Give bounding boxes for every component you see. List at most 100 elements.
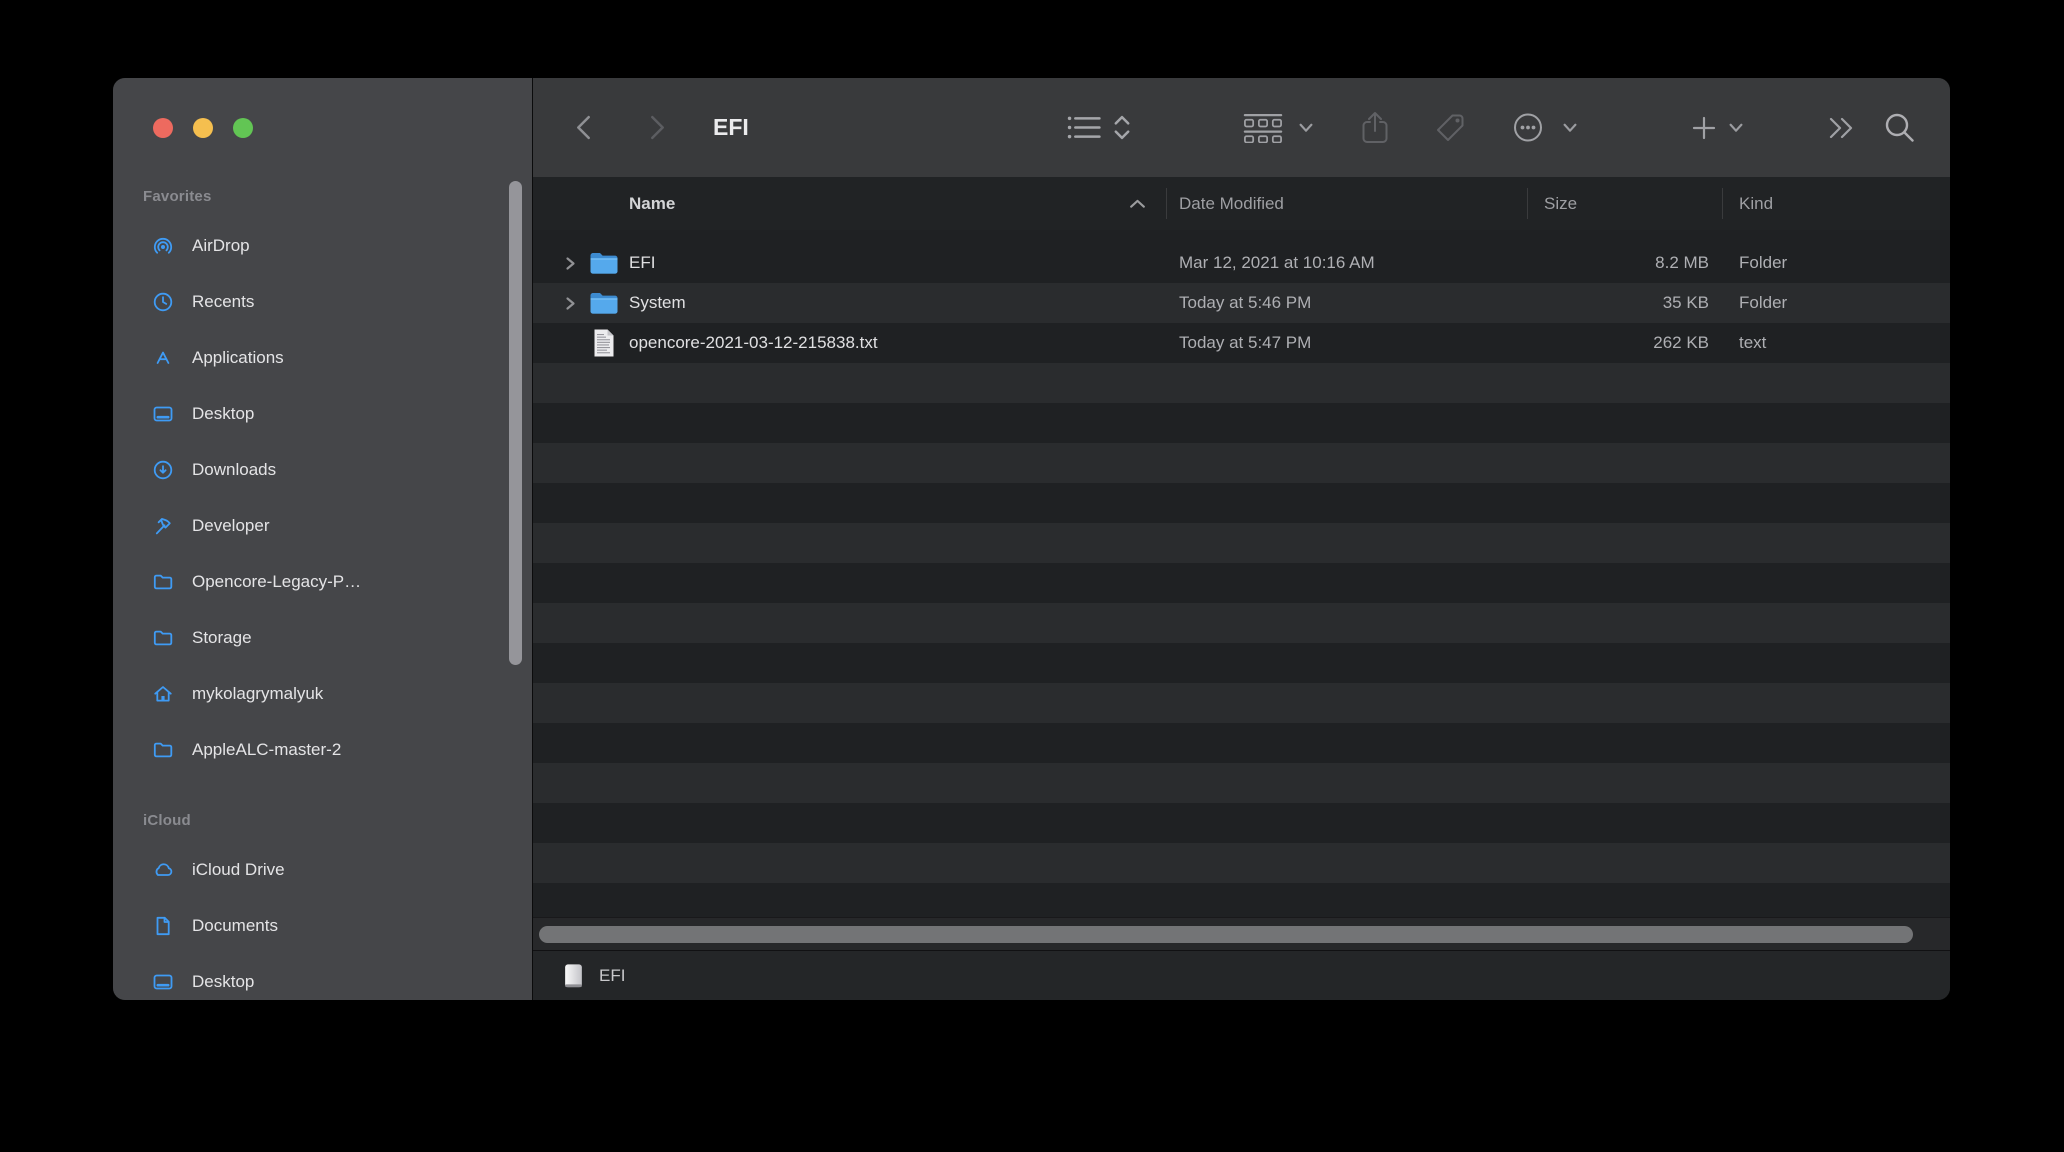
disclosure-chevron-icon[interactable] <box>564 296 576 316</box>
row-stripe <box>533 883 1950 917</box>
chevron-down-icon <box>1729 123 1743 133</box>
group-dropdown-chevron[interactable] <box>1299 78 1313 177</box>
row-stripe <box>533 763 1950 803</box>
column-header-name[interactable]: Name <box>629 177 675 230</box>
horizontal-scrollbar-thumb[interactable] <box>539 926 1913 943</box>
sidebar-item-label: Desktop <box>192 404 254 424</box>
column-header-kind[interactable]: Kind <box>1739 177 1773 230</box>
file-date: Today at 5:46 PM <box>1179 283 1311 323</box>
group-button[interactable] <box>1243 78 1283 177</box>
sidebar-item-applealc[interactable]: AppleALC-master-2 <box>113 722 532 778</box>
more-actions-chevron[interactable] <box>1563 78 1577 177</box>
forward-button[interactable] <box>649 78 666 177</box>
horizontal-scrollbar-track[interactable] <box>533 917 1950 951</box>
close-button[interactable] <box>153 118 173 138</box>
more-actions-button[interactable] <box>1513 78 1551 177</box>
row-stripe <box>533 443 1950 483</box>
group-by-icon <box>1243 112 1283 143</box>
new-folder-chevron[interactable] <box>1729 78 1743 177</box>
sidebar-item-applications[interactable]: Applications <box>113 330 532 386</box>
zoom-button[interactable] <box>233 118 253 138</box>
row-stripe <box>533 803 1950 843</box>
file-size: 8.2 MB <box>1544 243 1709 283</box>
search-icon <box>1883 111 1917 145</box>
airdrop-icon <box>151 234 175 258</box>
view-mode-stepper[interactable] <box>1113 78 1131 177</box>
chevron-down-icon <box>1563 123 1577 133</box>
status-bar: EFI <box>533 950 1950 1000</box>
sidebar-item-label: Documents <box>192 916 278 936</box>
sidebar-item-developer[interactable]: Developer <box>113 498 532 554</box>
chevron-right-icon <box>649 114 666 141</box>
sidebar-item-documents[interactable]: Documents <box>113 898 532 954</box>
text-document-icon <box>592 328 616 363</box>
sidebar-item-airdrop[interactable]: AirDrop <box>113 218 532 274</box>
column-divider[interactable] <box>1527 188 1528 219</box>
sidebar-item-downloads[interactable]: Downloads <box>113 442 532 498</box>
search-button[interactable] <box>1883 78 1917 177</box>
row-stripe <box>533 683 1950 723</box>
file-size: 35 KB <box>1544 283 1709 323</box>
favorites-list: AirDrop Recents Applications <box>113 218 532 778</box>
disclosure-chevron-icon[interactable] <box>564 256 576 276</box>
status-location: EFI <box>599 951 625 1000</box>
new-folder-button[interactable] <box>1691 78 1717 177</box>
plus-icon <box>1691 115 1717 141</box>
file-name: EFI <box>629 243 655 283</box>
sidebar-item-label: AppleALC-master-2 <box>192 740 341 760</box>
document-icon <box>151 914 175 938</box>
sidebar-item-home[interactable]: mykolagrymalyuk <box>113 666 532 722</box>
sidebar-item-label: Opencore-Legacy-P… <box>192 572 361 592</box>
sidebar-section-icloud: iCloud <box>143 812 191 829</box>
sidebar-item-opencore-legacy[interactable]: Opencore-Legacy-P… <box>113 554 532 610</box>
column-divider[interactable] <box>1722 188 1723 219</box>
double-chevron-right-icon <box>1827 116 1855 140</box>
sidebar-item-label: Developer <box>192 516 270 536</box>
window-title: EFI <box>713 78 749 177</box>
list-header: Name Date Modified Size Kind <box>533 177 1950 231</box>
minimize-button[interactable] <box>193 118 213 138</box>
row-stripe <box>533 643 1950 683</box>
file-row-opencore-txt[interactable]: opencore-2021-03-12-215838.txt Today at … <box>533 323 1950 363</box>
sidebar: Favorites AirDrop Recents <box>113 78 532 1000</box>
sidebar-item-storage[interactable]: Storage <box>113 610 532 666</box>
icloud-list: iCloud Drive Documents Desktop <box>113 842 532 1000</box>
file-row-system[interactable]: System Today at 5:46 PM 35 KB Folder <box>533 283 1950 323</box>
sidebar-item-icloud-drive[interactable]: iCloud Drive <box>113 842 532 898</box>
folder-icon <box>151 738 175 762</box>
sidebar-item-recents[interactable]: Recents <box>113 274 532 330</box>
toolbar: EFI <box>533 78 1950 178</box>
desktop-icon <box>151 970 175 994</box>
file-row-efi[interactable]: EFI Mar 12, 2021 at 10:16 AM 8.2 MB Fold… <box>533 243 1950 283</box>
sidebar-item-label: Recents <box>192 292 254 312</box>
share-button[interactable] <box>1359 78 1391 177</box>
row-stripe <box>533 563 1950 603</box>
main-pane: EFI <box>532 78 1950 1000</box>
file-kind: Folder <box>1739 243 1787 283</box>
folder-icon <box>151 570 175 594</box>
file-kind: Folder <box>1739 283 1787 323</box>
row-stripe <box>533 363 1950 403</box>
row-stripe <box>533 723 1950 763</box>
chevron-down-icon <box>1299 123 1313 133</box>
column-header-date-modified[interactable]: Date Modified <box>1179 177 1284 230</box>
sidebar-item-desktop-icloud[interactable]: Desktop <box>113 954 532 1000</box>
sidebar-item-desktop[interactable]: Desktop <box>113 386 532 442</box>
sidebar-item-label: iCloud Drive <box>192 860 285 880</box>
toolbar-overflow-button[interactable] <box>1827 78 1855 177</box>
row-stripe <box>533 483 1950 523</box>
ellipsis-circle-icon <box>1513 112 1551 143</box>
sidebar-item-label: AirDrop <box>192 236 250 256</box>
desktop-background: Favorites AirDrop Recents <box>0 0 2064 1152</box>
file-kind: text <box>1739 323 1766 363</box>
view-mode-button[interactable] <box>1066 78 1102 177</box>
tag-button[interactable] <box>1433 78 1467 177</box>
folder-icon <box>589 251 619 280</box>
row-stripe <box>533 843 1950 883</box>
back-button[interactable] <box>575 78 592 177</box>
chevron-left-icon <box>575 114 592 141</box>
sidebar-scrollbar[interactable] <box>509 181 522 665</box>
chevron-up-down-icon <box>1113 114 1131 141</box>
column-divider[interactable] <box>1166 188 1167 219</box>
column-header-size[interactable]: Size <box>1544 177 1577 230</box>
